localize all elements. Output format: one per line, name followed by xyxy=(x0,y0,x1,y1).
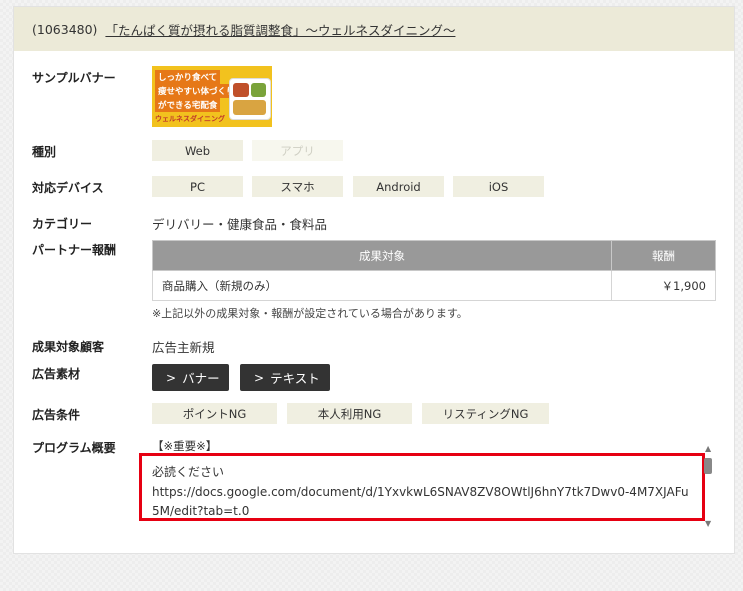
overview-partial-line: 【※重要※】 xyxy=(152,439,218,453)
program-header: (1063480) 「たんぱく質が摂れる脂質調整食」～ウェルネスダイニング～ xyxy=(14,7,734,51)
banner-text-line3: ができる宅配食 xyxy=(155,98,221,112)
overview-url-link[interactable]: https://docs.google.com/document/d/1Yxvk… xyxy=(152,483,692,519)
banner-material-button[interactable]: > バナー xyxy=(152,364,229,391)
devices-label: 対応デバイス xyxy=(32,181,104,195)
category-label: カテゴリー xyxy=(32,217,93,231)
banner-logo: ウェルネスダイニング xyxy=(155,115,225,123)
banner-material-button-label: バナー xyxy=(182,371,220,386)
reward-amount-cell: ￥1,900 xyxy=(611,270,716,301)
partner-reward-label: パートナー報酬 xyxy=(32,243,117,257)
ad-conditions-label: 広告条件 xyxy=(32,408,81,422)
device-smartphone-chip: スマホ xyxy=(252,176,343,197)
chevron-right-icon: > xyxy=(166,370,177,385)
type-app-chip: アプリ xyxy=(252,140,343,161)
banner-text-line2: 痩せやすい体づくり xyxy=(155,84,238,98)
condition-point-ng-chip: ポイントNG xyxy=(152,403,277,424)
ad-materials-label: 広告素材 xyxy=(32,367,81,381)
sample-banner-image: しっかり食べて 痩せやすい体づくり ができる宅配食 ウェルネスダイニング xyxy=(152,66,272,127)
reward-table: 成果対象 報酬 商品購入（新規のみ） ￥1,900 xyxy=(152,240,716,301)
table-row: 商品購入（新規のみ） ￥1,900 xyxy=(152,270,716,301)
scrollbar-thumb[interactable] xyxy=(704,458,712,474)
program-name-link[interactable]: 「たんぱく質が摂れる脂質調整食」～ウェルネスダイニング～ xyxy=(105,20,455,39)
reward-col-amount: 報酬 xyxy=(611,240,716,271)
device-ios-chip: iOS xyxy=(453,176,544,197)
program-detail-card: (1063480) 「たんぱく質が摂れる脂質調整食」～ウェルネスダイニング～ サ… xyxy=(13,6,735,554)
text-material-button[interactable]: > テキスト xyxy=(240,364,330,391)
scroll-up-arrow-icon[interactable]: ▲ xyxy=(705,444,711,453)
scroll-down-arrow-icon[interactable]: ▼ xyxy=(705,519,711,528)
reward-note: ※上記以外の成果対象・報酬が設定されている場合があります。 xyxy=(152,307,468,320)
device-android-chip: Android xyxy=(353,176,444,197)
condition-listing-ng-chip: リスティングNG xyxy=(422,403,549,424)
banner-text-line1: しっかり食べて xyxy=(155,70,221,84)
chevron-right-icon: > xyxy=(254,370,265,385)
type-web-chip: Web xyxy=(152,140,243,161)
meal-box-illustration xyxy=(229,78,271,120)
program-overview-textarea[interactable]: 必読ください https://docs.google.com/document/… xyxy=(139,453,705,521)
target-customer-label: 成果対象顧客 xyxy=(32,340,105,354)
program-id: (1063480) xyxy=(32,21,98,37)
device-pc-chip: PC xyxy=(152,176,243,197)
text-material-button-label: テキスト xyxy=(270,371,320,386)
reward-target-cell: 商品購入（新規のみ） xyxy=(152,270,612,301)
category-value: デリバリー・健康食品・食料品 xyxy=(152,217,328,232)
type-label: 種別 xyxy=(32,145,57,159)
condition-self-use-ng-chip: 本人利用NG xyxy=(287,403,412,424)
sample-banner-label: サンプルバナー xyxy=(32,71,116,85)
reward-col-target: 成果対象 xyxy=(152,240,612,271)
program-overview-label: プログラム概要 xyxy=(32,441,116,455)
target-customer-value: 広告主新規 xyxy=(152,340,215,355)
overview-line-1: 必読ください xyxy=(152,465,225,479)
